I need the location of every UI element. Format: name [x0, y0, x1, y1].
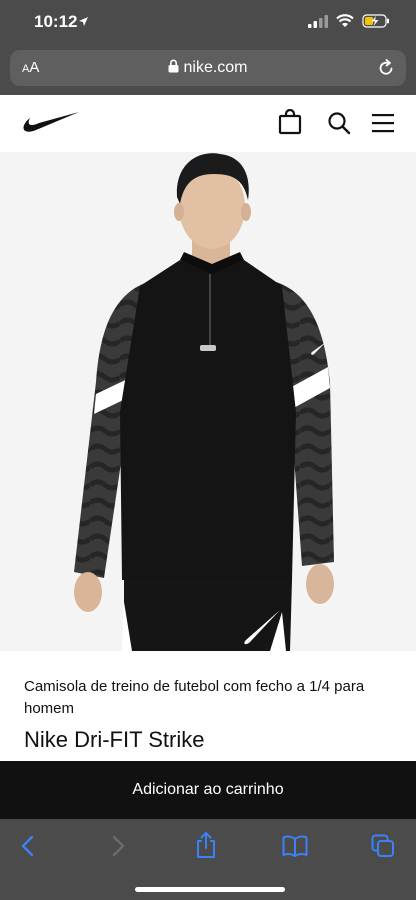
wifi-icon	[336, 14, 354, 27]
reload-icon[interactable]	[376, 58, 396, 78]
address-bar[interactable]: AA nike.com	[10, 50, 406, 86]
home-indicator[interactable]	[135, 887, 285, 892]
forward-icon[interactable]	[110, 833, 126, 859]
status-bar: 10:12	[0, 0, 416, 46]
tabs-icon[interactable]	[371, 834, 395, 858]
back-icon[interactable]	[20, 833, 36, 859]
site-header	[0, 95, 416, 152]
url-text: nike.com	[183, 59, 248, 76]
product-info: Camisola de treino de futebol com fecho …	[0, 651, 416, 761]
bag-icon[interactable]	[278, 109, 302, 135]
search-icon[interactable]	[327, 111, 351, 135]
browser-address-area: AA nike.com	[0, 46, 416, 95]
menu-icon[interactable]	[372, 113, 394, 133]
product-title: Nike Dri-FIT Strike	[24, 727, 205, 752]
bookmarks-icon[interactable]	[282, 835, 308, 857]
add-to-cart-button[interactable]: Adicionar ao carrinho	[0, 761, 416, 819]
nike-swoosh-icon[interactable]	[22, 111, 80, 133]
location-arrow-icon	[79, 17, 88, 26]
product-subtitle: Camisola de treino de futebol com fecho …	[24, 678, 365, 717]
product-photo-illustration	[74, 153, 334, 651]
browser-toolbar	[0, 819, 416, 900]
signal-icon	[308, 14, 328, 28]
status-indicators	[308, 14, 390, 28]
product-image[interactable]	[0, 152, 416, 651]
share-icon[interactable]	[195, 831, 217, 859]
status-time: 10:12	[34, 12, 78, 31]
battery-icon	[362, 14, 389, 28]
url-display[interactable]: nike.com	[10, 59, 406, 77]
lock-icon	[168, 59, 179, 73]
